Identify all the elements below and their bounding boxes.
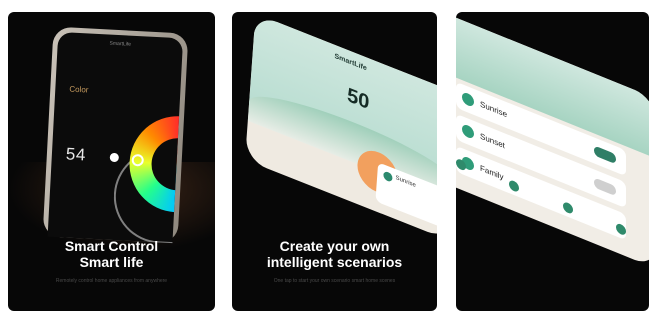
mode-label: Color — [69, 84, 89, 95]
scene-label: Sunset — [480, 131, 505, 151]
headline-line-2: Smart life — [79, 254, 144, 270]
phone-mockup: SmartLife Color 54 — [42, 26, 189, 244]
scene-toggle[interactable] — [594, 145, 616, 165]
promo-card-smart-control: SmartLife Color 54 Smart Control Smart l… — [8, 12, 215, 311]
app-title: SmartLife — [109, 40, 132, 48]
headline: Smart Control Smart life — [8, 238, 215, 270]
phone-mockup: Sunrise Sunset Family — [456, 12, 649, 269]
headline-line-1: Smart Control — [64, 238, 159, 254]
subtitle: One tap to start your own scenario smart… — [273, 278, 396, 284]
subtitle: Remotely control home appliances from an… — [55, 278, 168, 284]
headline-line-1: Create your own — [279, 238, 390, 254]
scene-label: Sunrise — [480, 99, 508, 120]
headline: Create your own intelligent scenarios — [232, 238, 437, 270]
phone-screen: SmartLife Color 54 — [47, 31, 184, 244]
color-wheel-center — [150, 136, 184, 192]
promo-card-scenes-list: Sunrise Sunset Family — [456, 12, 649, 311]
brightness-knob[interactable] — [109, 152, 120, 163]
scene-label: Sunrise — [395, 175, 417, 190]
phone-mockup: SmartLife 50 Sunrise — [245, 13, 437, 241]
scene-toggle[interactable] — [594, 177, 616, 197]
scene-icon — [462, 91, 474, 108]
scene-icon — [383, 170, 393, 183]
headline-line-2: intelligent scenarios — [266, 254, 403, 270]
promo-card-scenarios: SmartLife 50 Sunrise Create your own int… — [232, 12, 437, 311]
scene-icon — [462, 123, 474, 140]
brightness-value: 54 — [65, 144, 87, 165]
